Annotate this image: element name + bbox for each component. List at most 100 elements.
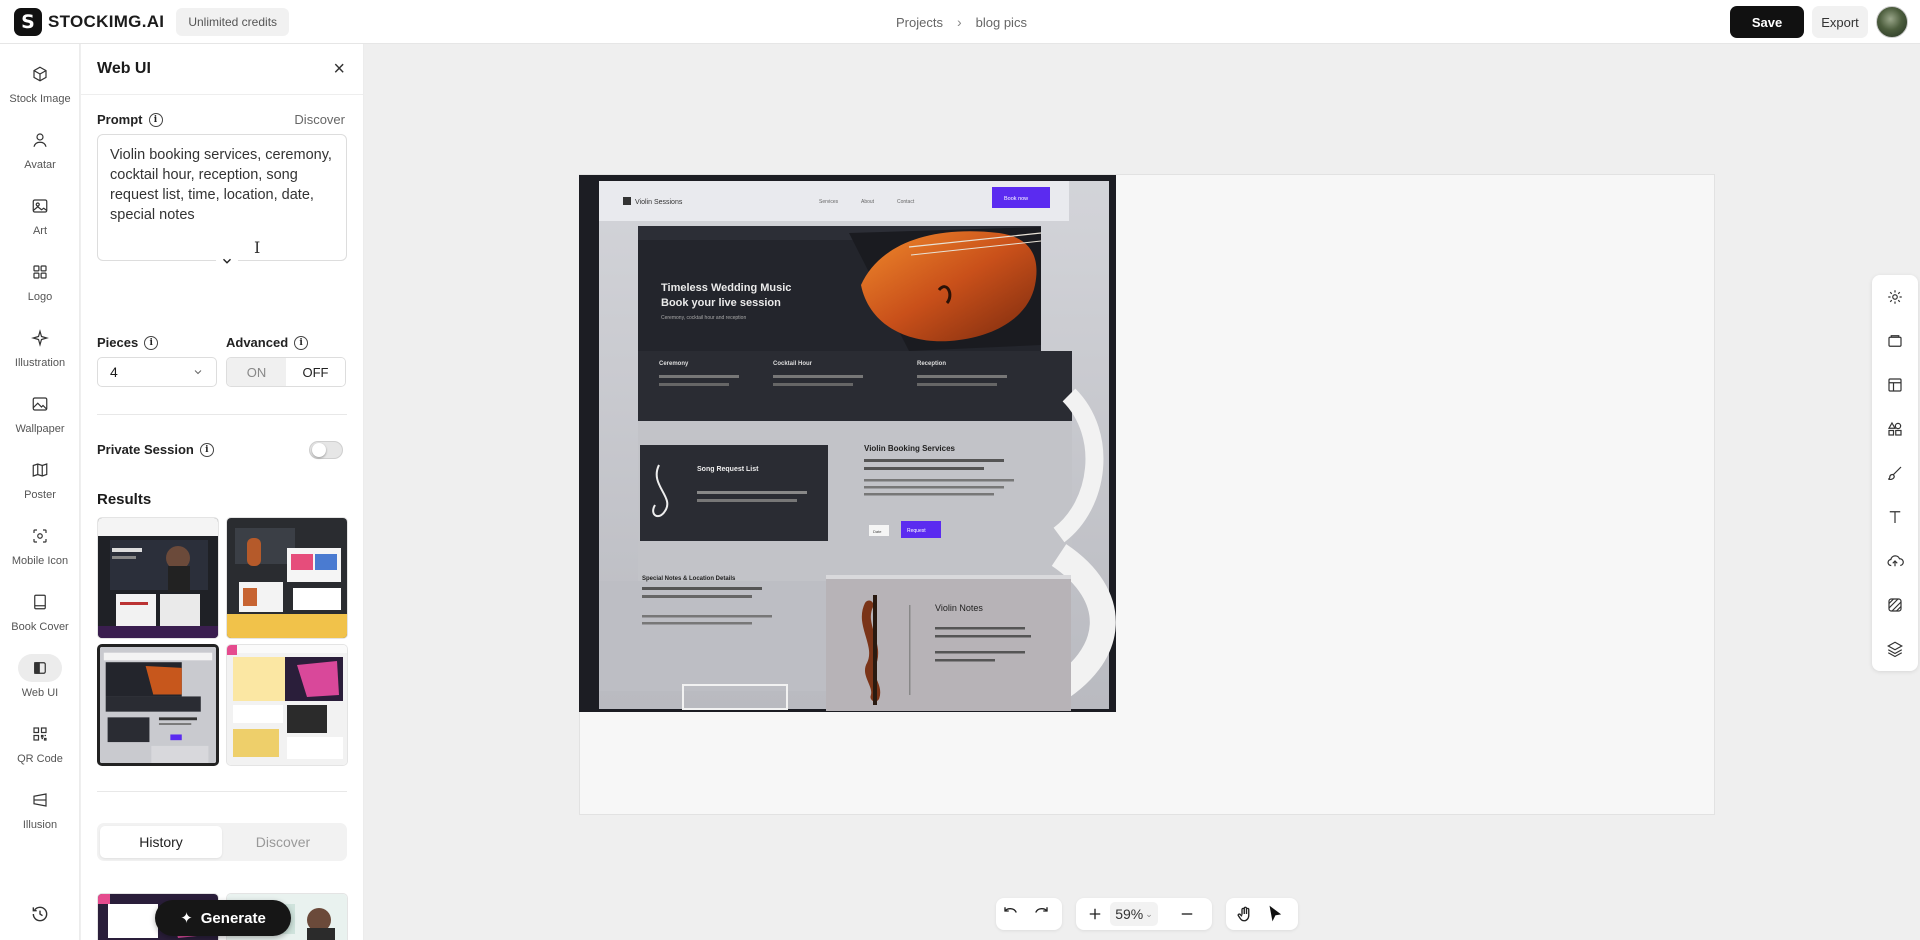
cube-icon bbox=[26, 60, 54, 88]
nav-item-wallpaper[interactable]: Wallpaper bbox=[0, 384, 80, 446]
nav-label: Illustration bbox=[14, 357, 66, 369]
user-avatar[interactable] bbox=[1876, 6, 1908, 38]
panel-title: Web UI bbox=[97, 60, 151, 77]
nav-label: Stock Image bbox=[9, 93, 71, 105]
mockup-brand: Violin Sessions bbox=[635, 199, 683, 206]
shapes-icon[interactable] bbox=[1872, 407, 1918, 451]
breadcrumb-current[interactable]: blog pics bbox=[976, 15, 1027, 30]
mockup-hero-sub: Ceremony, cocktail hour and reception bbox=[661, 315, 746, 321]
result-thumbnail-1[interactable] bbox=[97, 517, 219, 639]
book-icon bbox=[26, 588, 54, 616]
breadcrumb: Projects › blog pics bbox=[896, 0, 1027, 44]
close-icon[interactable]: × bbox=[333, 58, 345, 81]
prompt-label: Prompt bbox=[97, 112, 143, 127]
nav-label: Book Cover bbox=[11, 621, 69, 633]
discover-link[interactable]: Discover bbox=[294, 112, 345, 127]
nav-label: Web UI bbox=[21, 687, 59, 699]
nav-item-poster[interactable]: Poster bbox=[0, 450, 80, 512]
mockup-button-secondary: Date bbox=[873, 529, 882, 534]
nav-label: Mobile Icon bbox=[11, 555, 69, 567]
pieces-select[interactable]: 4 bbox=[97, 357, 217, 387]
mockup-hero-title-1: Timeless Wedding Music bbox=[661, 282, 791, 294]
layout-icon[interactable] bbox=[1872, 363, 1918, 407]
breadcrumb-projects[interactable]: Projects bbox=[896, 15, 943, 30]
folder-icon[interactable] bbox=[1872, 319, 1918, 363]
mockup-feature-3: Reception bbox=[917, 361, 946, 367]
mockup-card-title: Song Request List bbox=[697, 466, 759, 473]
generate-label: Generate bbox=[200, 909, 266, 927]
nav-item-art[interactable]: Art bbox=[0, 186, 80, 248]
advanced-on-button[interactable]: ON bbox=[227, 358, 286, 386]
nav-item-avatar[interactable]: Avatar bbox=[0, 120, 80, 182]
nav-label: Logo bbox=[27, 291, 53, 303]
tool-sidebar: Stock Image Avatar Art Logo Illustration… bbox=[0, 44, 80, 940]
hand-pan-icon[interactable] bbox=[1230, 898, 1260, 930]
result-thumbnail-3-selected[interactable] bbox=[97, 644, 219, 766]
mockup-feature-2: Cocktail Hour bbox=[773, 361, 813, 367]
prompt-textarea[interactable]: Violin booking services, ceremony, cockt… bbox=[97, 134, 347, 261]
generation-panel: Web UI × Prompt i Discover Violin bookin… bbox=[81, 44, 364, 940]
info-icon[interactable]: i bbox=[294, 335, 309, 350]
chevron-down-icon bbox=[194, 370, 202, 375]
layers-icon[interactable] bbox=[1872, 627, 1918, 671]
credits-badge: Unlimited credits bbox=[176, 7, 290, 36]
mockup-nav-3: Contact bbox=[897, 199, 915, 205]
info-icon[interactable]: i bbox=[199, 442, 214, 457]
mockup-cta: Book now bbox=[1004, 196, 1028, 202]
result-thumbnail-2[interactable] bbox=[226, 517, 348, 639]
export-button[interactable]: Export bbox=[1812, 6, 1868, 38]
brush-icon[interactable] bbox=[1872, 451, 1918, 495]
zoom-out-icon[interactable] bbox=[1172, 898, 1202, 930]
save-button[interactable]: Save bbox=[1730, 6, 1804, 38]
undo-icon[interactable] bbox=[996, 898, 1026, 930]
info-icon[interactable]: i bbox=[144, 335, 159, 350]
pointer-select-icon[interactable] bbox=[1260, 898, 1290, 930]
advanced-off-button[interactable]: OFF bbox=[286, 358, 345, 386]
nav-item-illusion[interactable]: Illusion bbox=[0, 780, 80, 842]
private-session-switch[interactable] bbox=[309, 441, 343, 459]
chevron-right-icon: › bbox=[956, 14, 962, 30]
result-thumbnail-4[interactable] bbox=[226, 644, 348, 766]
zoom-level[interactable]: 59% ⌄ bbox=[1110, 902, 1158, 926]
mockup-feature-1: Ceremony bbox=[659, 361, 689, 367]
pieces-label: Pieces bbox=[97, 335, 139, 350]
nav-item-stock-image[interactable]: Stock Image bbox=[0, 54, 80, 116]
divider bbox=[97, 414, 347, 415]
texture-icon[interactable] bbox=[1872, 583, 1918, 627]
private-session-label: Private Session bbox=[97, 442, 194, 457]
tab-discover[interactable]: Discover bbox=[222, 826, 344, 858]
cursor-mode-group bbox=[1226, 898, 1298, 930]
tab-history[interactable]: History bbox=[100, 826, 222, 858]
landscape-icon bbox=[26, 390, 54, 418]
nav-label: Illusion bbox=[22, 819, 58, 831]
mockup-hero-title-2: Book your live session bbox=[661, 297, 781, 309]
qr-icon bbox=[26, 720, 54, 748]
advanced-toggle: ON OFF bbox=[226, 357, 346, 387]
redo-icon[interactable] bbox=[1026, 898, 1056, 930]
results-title: Results bbox=[97, 491, 152, 508]
text-icon[interactable] bbox=[1872, 495, 1918, 539]
sparkle-icon bbox=[26, 324, 54, 352]
nav-item-web-ui[interactable]: Web UI bbox=[0, 648, 80, 710]
app-logo[interactable]: S STOCKIMG.AI bbox=[14, 7, 164, 36]
generate-button[interactable]: ✦ Generate bbox=[155, 900, 291, 936]
mockup-nav-1: Services bbox=[819, 199, 839, 205]
info-icon[interactable]: i bbox=[148, 112, 163, 127]
nav-item-illustration[interactable]: Illustration bbox=[0, 318, 80, 380]
logo-icon: S bbox=[14, 7, 42, 36]
nav-label: Poster bbox=[24, 489, 56, 501]
mockup-right-title: Violin Notes bbox=[935, 603, 983, 613]
generated-web-ui-image[interactable]: Violin Sessions Services About Contact B… bbox=[579, 175, 1116, 712]
nav-item-mobile-icon[interactable]: Mobile Icon bbox=[0, 516, 80, 578]
history-icon[interactable] bbox=[30, 904, 50, 924]
cloud-upload-icon[interactable] bbox=[1872, 539, 1918, 583]
nav-item-book-cover[interactable]: Book Cover bbox=[0, 582, 80, 644]
sparkle-icon: ✦ bbox=[180, 910, 193, 927]
zoom-in-icon[interactable] bbox=[1080, 898, 1110, 930]
nav-item-qr-code[interactable]: QR Code bbox=[0, 714, 80, 776]
chevron-down-icon[interactable] bbox=[216, 250, 238, 272]
settings-gear-icon[interactable] bbox=[1872, 275, 1918, 319]
grid-icon bbox=[26, 258, 54, 286]
nav-item-logo[interactable]: Logo bbox=[0, 252, 80, 314]
nav-label: Wallpaper bbox=[15, 423, 65, 435]
